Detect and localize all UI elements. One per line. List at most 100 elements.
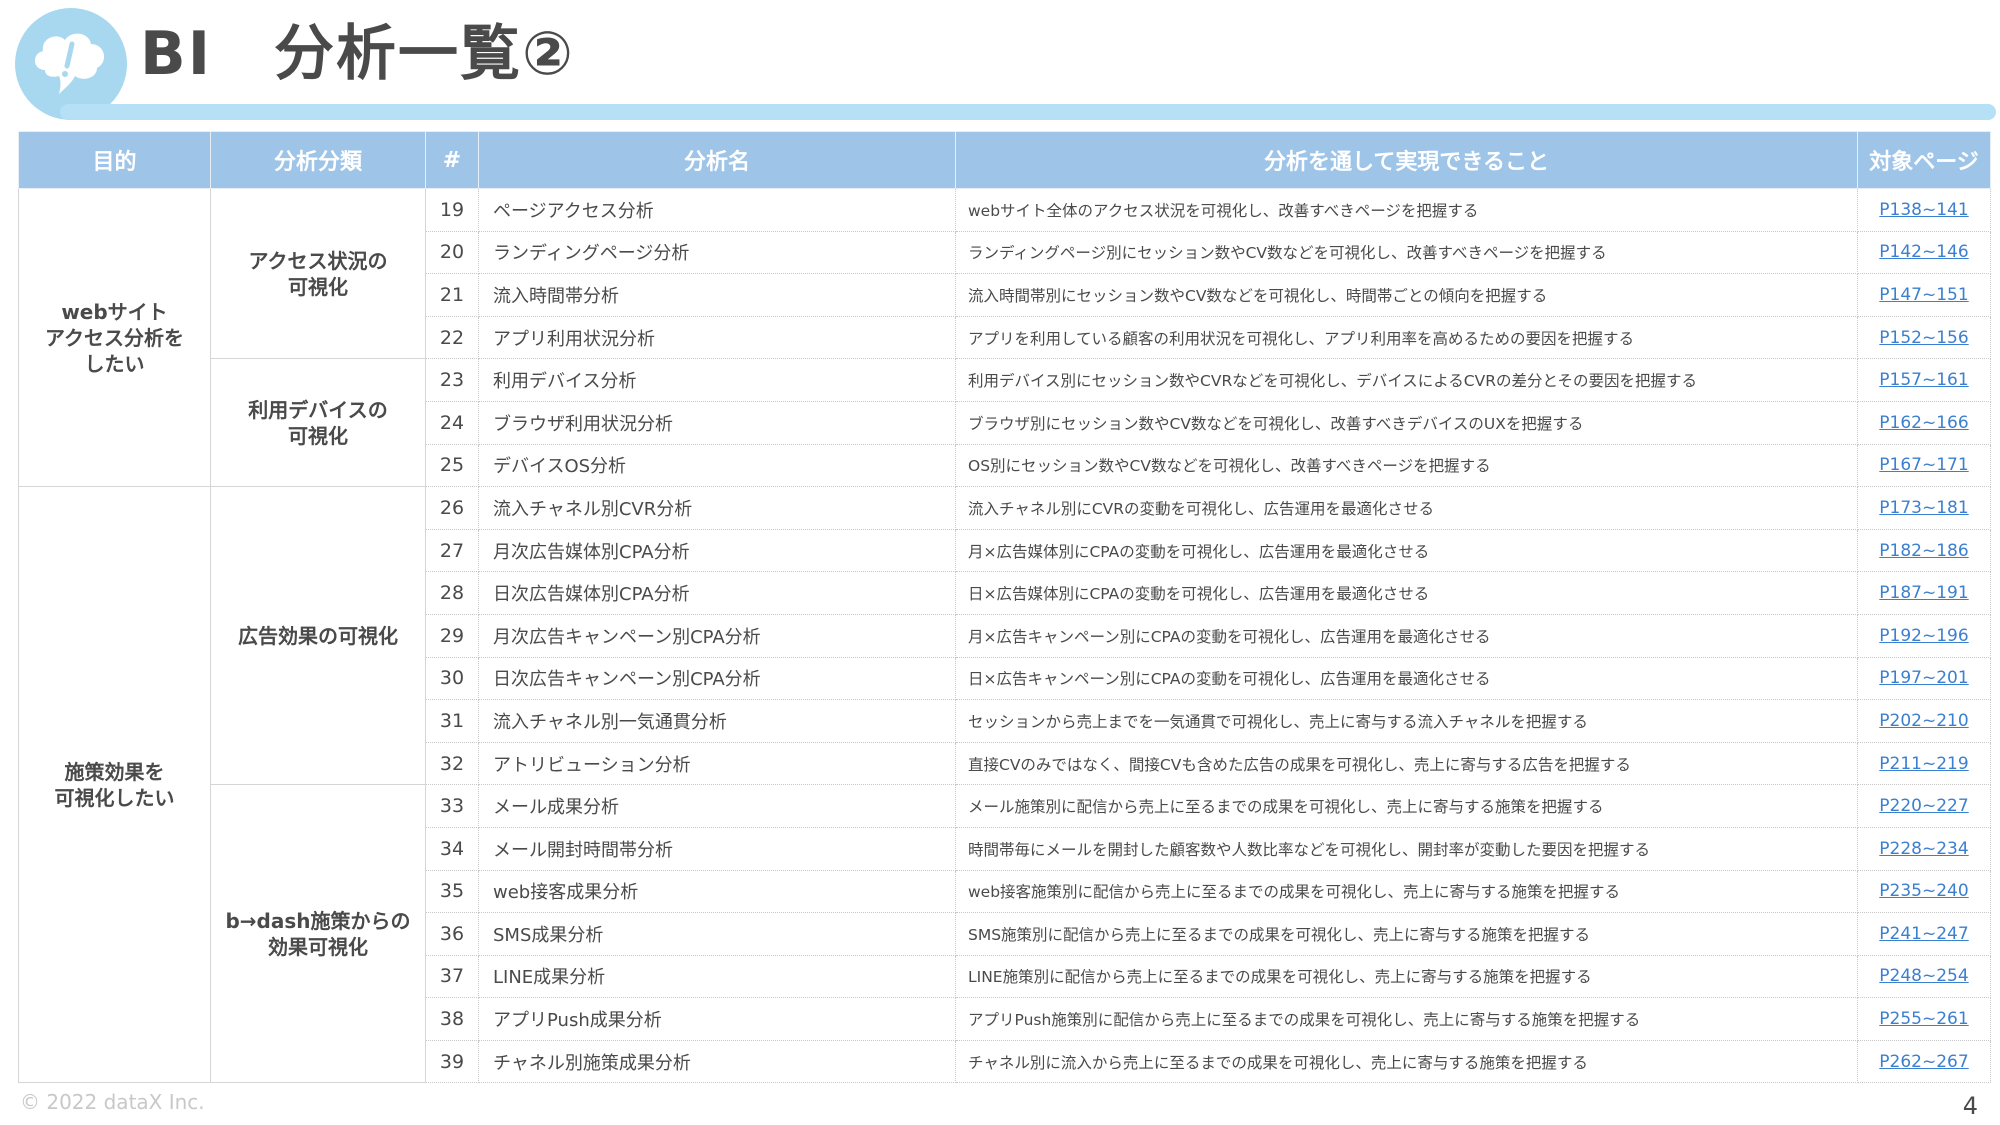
table-row: 利用デバイスの 可視化 23 利用デバイス分析 利用デバイス別にセッション数やCVRなど… [19, 358, 1991, 488]
analysis-description: SMS施策別に配信から売上に至るまでの成果を可視化し、売上に寄与する施策を把握す… [955, 912, 1858, 956]
category-cell: 広告効果の可視化 [210, 486, 426, 786]
analysis-name: アプリ利用状況分析 [478, 315, 956, 360]
row-number: 20 [425, 230, 479, 275]
page-title: BI 分析一覧② [140, 19, 575, 89]
target-page-link[interactable]: P235~240 [1857, 869, 1991, 914]
analysis-name: メール開封時間帯分析 [478, 826, 956, 871]
analysis-description: LINE施策別に配信から売上に至るまでの成果を可視化し、売上に寄与する施策を把握… [955, 954, 1858, 999]
target-page-link[interactable]: P152~156 [1857, 315, 1991, 360]
analysis-description: セッションから売上までを一気通貫で可視化し、売上に寄与する流入チャネルを把握する [955, 699, 1858, 743]
analysis-name: 月次広告媒体別CPA分析 [478, 528, 956, 573]
analysis-name: 月次広告キャンペーン別CPA分析 [478, 613, 956, 658]
analysis-description: web接客施策別に配信から売上に至るまでの成果を可視化し、売上に寄与する施策を把… [955, 869, 1858, 914]
target-page-link[interactable]: P220~227 [1857, 784, 1991, 828]
analysis-name: ページアクセス分析 [478, 188, 956, 232]
category-cell: アクセス状況の 可視化 [210, 187, 426, 360]
purpose-cell: 施策効果を 可視化したい [18, 486, 211, 1084]
row-number: 33 [425, 784, 479, 828]
analysis-name: 流入チャネル別一気通貫分析 [478, 699, 956, 743]
table-row: b→dash施策からの 効果可視化 33 メール成果分析 メール施策別に配信から売上に至… [19, 784, 1991, 1084]
row-number: 22 [425, 315, 479, 360]
row-number: 34 [425, 826, 479, 871]
target-page-link[interactable]: P142~146 [1857, 230, 1991, 275]
target-page-link[interactable]: P147~151 [1857, 273, 1991, 317]
analysis-description: 月×広告キャンペーン別にCPAの変動を可視化し、広告運用を最適化させる [955, 613, 1858, 658]
target-page-link[interactable]: P228~234 [1857, 826, 1991, 871]
target-page-link[interactable]: P211~219 [1857, 741, 1991, 786]
analysis-name: 流入時間帯分析 [478, 273, 956, 317]
column-header-outcome: 分析を通して実現できること [955, 131, 1858, 189]
target-page-link[interactable]: P255~261 [1857, 997, 1991, 1041]
analysis-list-table: 目的 分析分類 # 分析名 分析を通して実現できること 対象ページ webサイト… [18, 131, 1991, 1084]
target-page-link[interactable]: P248~254 [1857, 954, 1991, 999]
target-page-link[interactable]: P138~141 [1857, 188, 1991, 232]
row-number: 23 [425, 358, 479, 402]
target-page-link[interactable]: P262~267 [1857, 1039, 1991, 1084]
row-number: 28 [425, 571, 479, 615]
analysis-description: webサイト全体のアクセス状況を可視化し、改善すべきページを把握する [955, 188, 1858, 232]
row-number: 21 [425, 273, 479, 317]
analysis-name: アプリPush成果分析 [478, 997, 956, 1041]
row-number: 35 [425, 869, 479, 914]
row-number: 29 [425, 613, 479, 658]
analysis-description: メール施策別に配信から売上に至るまでの成果を可視化し、売上に寄与する施策を把握す… [955, 784, 1858, 828]
analysis-description: 日×広告キャンペーン別にCPAの変動を可視化し、広告運用を最適化させる [955, 656, 1858, 701]
analysis-description: アプリを利用している顧客の利用状況を可視化し、アプリ利用率を高めるための要因を把… [955, 315, 1858, 360]
row-number: 30 [425, 656, 479, 701]
analysis-name: デバイスOS分析 [478, 443, 956, 488]
analysis-description: 利用デバイス別にセッション数やCVRなどを可視化し、デバイスによるCVRの差分と… [955, 358, 1858, 402]
table-row: 施策効果を 可視化したい 広告効果の可視化 26 流入チャネル別CVR分析 流入チャネル別… [18, 486, 1991, 1084]
analysis-description: 時間帯毎にメールを開封した顧客数や人数比率などを可視化し、開封率が変動した要因を… [955, 826, 1858, 871]
row-number: 26 [425, 486, 479, 530]
target-page-link[interactable]: P187~191 [1857, 571, 1991, 615]
row-number: 24 [425, 400, 479, 445]
analysis-name: 日次広告キャンペーン別CPA分析 [478, 656, 956, 701]
row-number: 36 [425, 912, 479, 956]
analysis-description: チャネル別に流入から売上に至るまでの成果を可視化し、売上に寄与する施策を把握する [955, 1039, 1858, 1084]
row-number: 38 [425, 997, 479, 1041]
target-page-link[interactable]: P241~247 [1857, 912, 1991, 956]
category-cell: 利用デバイスの 可視化 [210, 358, 426, 488]
table-row: webサイト アクセス分析を したい アクセス状況の 可視化 19 ページアクセス分析 web… [18, 187, 1991, 488]
copyright: © 2022 dataX Inc. [20, 1090, 205, 1114]
analysis-description: 日×広告媒体別にCPAの変動を可視化し、広告運用を最適化させる [955, 571, 1858, 615]
analysis-name: チャネル別施策成果分析 [478, 1039, 956, 1084]
analysis-name: ランディングページ分析 [478, 230, 956, 275]
category-cell: b→dash施策からの 効果可視化 [210, 784, 426, 1084]
row-number: 25 [425, 443, 479, 488]
target-page-link[interactable]: P157~161 [1857, 358, 1991, 402]
analysis-description: ランディングページ別にセッション数やCV数などを可視化し、改善すべきページを把握… [955, 230, 1858, 275]
column-header-category: 分析分類 [210, 131, 426, 189]
row-number: 37 [425, 954, 479, 999]
analysis-description: ブラウザ別にセッション数やCV数などを可視化し、改善すべきデバイスのUXを把握す… [955, 400, 1858, 445]
target-page-link[interactable]: P192~196 [1857, 613, 1991, 658]
target-page-link[interactable]: P202~210 [1857, 699, 1991, 743]
column-header-target-page: 対象ページ [1857, 131, 1991, 189]
analysis-name: web接客成果分析 [478, 869, 956, 914]
analysis-description: 流入チャネル別にCVRの変動を可視化し、広告運用を最適化させる [955, 486, 1858, 530]
analysis-description: 直接CVのみではなく、間接CVも含めた広告の成果を可視化し、売上に寄与する広告を… [955, 741, 1858, 786]
analysis-name: メール成果分析 [478, 784, 956, 828]
target-page-link[interactable]: P167~171 [1857, 443, 1991, 488]
column-header-purpose: 目的 [18, 131, 211, 189]
analysis-name: 利用デバイス分析 [478, 358, 956, 402]
purpose-cell: webサイト アクセス分析を したい [18, 187, 211, 488]
analysis-name: LINE成果分析 [478, 954, 956, 999]
analysis-description: 月×広告媒体別にCPAの変動を可視化し、広告運用を最適化させる [955, 528, 1858, 573]
target-page-link[interactable]: P182~186 [1857, 528, 1991, 573]
column-header-analysis-name: 分析名 [478, 131, 956, 189]
row-number: 39 [425, 1039, 479, 1084]
analysis-name: アトリビューション分析 [478, 741, 956, 786]
analysis-description: 流入時間帯別にセッション数やCV数などを可視化し、時間帯ごとの傾向を把握する [955, 273, 1858, 317]
target-page-link[interactable]: P162~166 [1857, 400, 1991, 445]
analysis-description: アプリPush施策別に配信から売上に至るまでの成果を可視化し、売上に寄与する施策… [955, 997, 1858, 1041]
analysis-name: SMS成果分析 [478, 912, 956, 956]
row-number: 32 [425, 741, 479, 786]
analysis-description: OS別にセッション数やCV数などを可視化し、改善すべきページを把握する [955, 443, 1858, 488]
target-page-link[interactable]: P197~201 [1857, 656, 1991, 701]
target-page-link[interactable]: P173~181 [1857, 486, 1991, 530]
analysis-name: 流入チャネル別CVR分析 [478, 486, 956, 530]
row-number: 19 [425, 188, 479, 232]
analysis-name: 日次広告媒体別CPA分析 [478, 571, 956, 615]
table-header-row: 目的 分析分類 # 分析名 分析を通して実現できること 対象ページ [18, 131, 1991, 189]
